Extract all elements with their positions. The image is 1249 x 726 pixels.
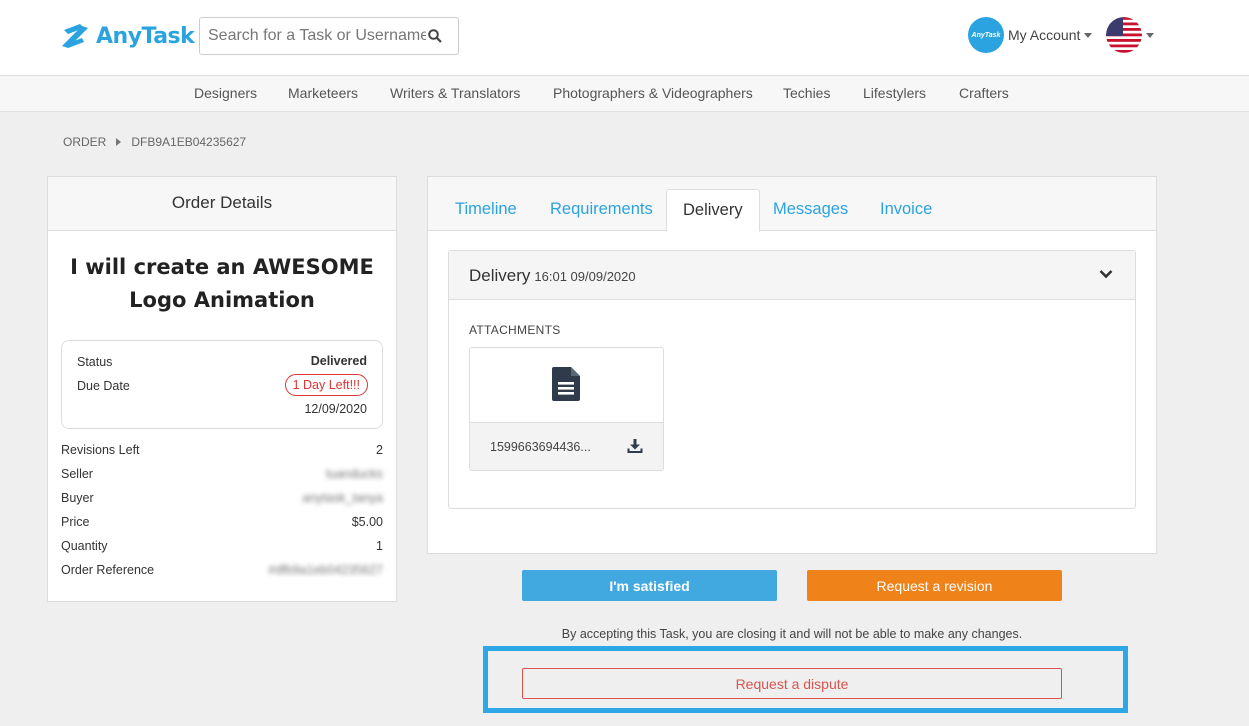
order-tabs-panel: Timeline Requirements Delivery Messages … (427, 176, 1157, 554)
order-reference-value: #dfb9a1eb04235627 (268, 563, 383, 577)
accept-notice: By accepting this Task, you are closing … (561, 627, 1023, 641)
info-row-price: Price $5.00 (61, 515, 383, 531)
delivery-timestamp: 16:01 09/09/2020 (534, 269, 636, 284)
breadcrumb-order-id: DFB9A1EB04235627 (131, 135, 247, 149)
attachment-file[interactable]: 1599663694436... (469, 347, 664, 471)
due-date-value: 12/09/2020 (304, 402, 367, 416)
status-box: Status Delivered Due Date 1 Day Left!!! … (61, 340, 383, 429)
info-label: Quantity (61, 539, 108, 553)
my-account-menu[interactable]: AnyTask My Account (968, 17, 1093, 53)
avatar: AnyTask (968, 17, 1004, 53)
info-row-seller: Seller tuanducks (61, 467, 383, 483)
breadcrumb-order[interactable]: ORDER (63, 135, 106, 149)
attachments-label: ATTACHMENTS (469, 323, 561, 337)
download-icon[interactable] (627, 439, 643, 454)
info-label: Buyer (61, 491, 94, 505)
im-satisfied-button[interactable]: I'm satisfied (522, 570, 777, 601)
top-header: AnyTask AnyTask My Account (0, 0, 1249, 76)
language-selector[interactable] (1106, 17, 1154, 53)
nav-lifestylers[interactable]: Lifestylers (863, 85, 926, 101)
logo-text: AnyTask (96, 23, 195, 49)
delivery-header[interactable]: Delivery 16:01 09/09/2020 (449, 251, 1135, 300)
nav-techies[interactable]: Techies (783, 85, 830, 101)
nav-designers[interactable]: Designers (194, 85, 257, 101)
tab-delivery[interactable]: Delivery (666, 189, 760, 232)
seller-username[interactable]: tuanducks (326, 467, 383, 481)
breadcrumb: ORDER DFB9A1EB04235627 (63, 135, 246, 149)
chevron-down-icon[interactable] (1099, 269, 1113, 279)
nav-writers-translators[interactable]: Writers & Translators (390, 85, 520, 101)
search-input[interactable] (200, 27, 426, 45)
order-details-panel: Order Details I will create an AWESOME L… (47, 176, 397, 602)
status-label: Status (77, 355, 113, 369)
file-footer: 1599663694436... (470, 423, 663, 470)
my-account-label: My Account (1008, 27, 1081, 43)
document-icon (552, 367, 580, 401)
tab-bar: Timeline Requirements Delivery Messages … (428, 177, 1156, 232)
file-preview (470, 348, 663, 423)
info-label: Order Reference (61, 563, 155, 577)
buyer-username[interactable]: anytask_tanya (302, 491, 383, 505)
category-nav: Designers Marketeers Writers & Translato… (0, 76, 1249, 112)
chevron-down-icon (1084, 32, 1093, 38)
info-label: Price (61, 515, 90, 529)
task-title: I will create an AWESOME Logo Animation (70, 255, 374, 312)
request-revision-button[interactable]: Request a revision (807, 570, 1062, 601)
due-date-badge: 1 Day Left!!! (284, 374, 368, 396)
delivery-title: Delivery 16:01 09/09/2020 (469, 266, 636, 286)
info-row-order-reference: Order Reference #dfb9a1eb04235627 (61, 563, 383, 579)
order-details-heading: Order Details (48, 177, 396, 231)
search-icon[interactable] (428, 29, 442, 43)
tab-invoice[interactable]: Invoice (864, 189, 948, 231)
status-value: Delivered (310, 354, 367, 368)
chevron-down-icon (1146, 32, 1154, 38)
delivery-label: Delivery (469, 266, 531, 285)
info-row-buyer: Buyer anytask_tanya (61, 491, 383, 507)
tab-timeline[interactable]: Timeline (439, 189, 533, 231)
tab-messages[interactable]: Messages (757, 189, 864, 231)
info-value: 1 (376, 539, 383, 553)
anytask-logo-icon (62, 24, 88, 48)
chevron-right-icon (116, 138, 122, 146)
anytask-logo[interactable]: AnyTask (54, 16, 195, 56)
info-value: 2 (376, 443, 383, 457)
nav-photographers-videographers[interactable]: Photographers & Videographers (553, 85, 753, 101)
nav-marketeers[interactable]: Marketeers (288, 85, 358, 101)
info-label: Seller (61, 467, 93, 481)
file-name: 1599663694436... (490, 440, 591, 454)
due-date-label: Due Date (77, 379, 130, 393)
search-box (199, 17, 459, 55)
tab-requirements[interactable]: Requirements (534, 189, 669, 231)
delivery-card: Delivery 16:01 09/09/2020 ATTACHMENTS 159… (448, 250, 1136, 509)
info-label: Revisions Left (61, 443, 140, 457)
nav-crafters[interactable]: Crafters (959, 85, 1009, 101)
request-dispute-button[interactable]: Request a dispute (522, 668, 1062, 699)
info-row-revisions: Revisions Left 2 (61, 443, 383, 459)
info-row-quantity: Quantity 1 (61, 539, 383, 555)
info-value: $5.00 (351, 515, 383, 529)
us-flag-icon (1106, 17, 1142, 53)
